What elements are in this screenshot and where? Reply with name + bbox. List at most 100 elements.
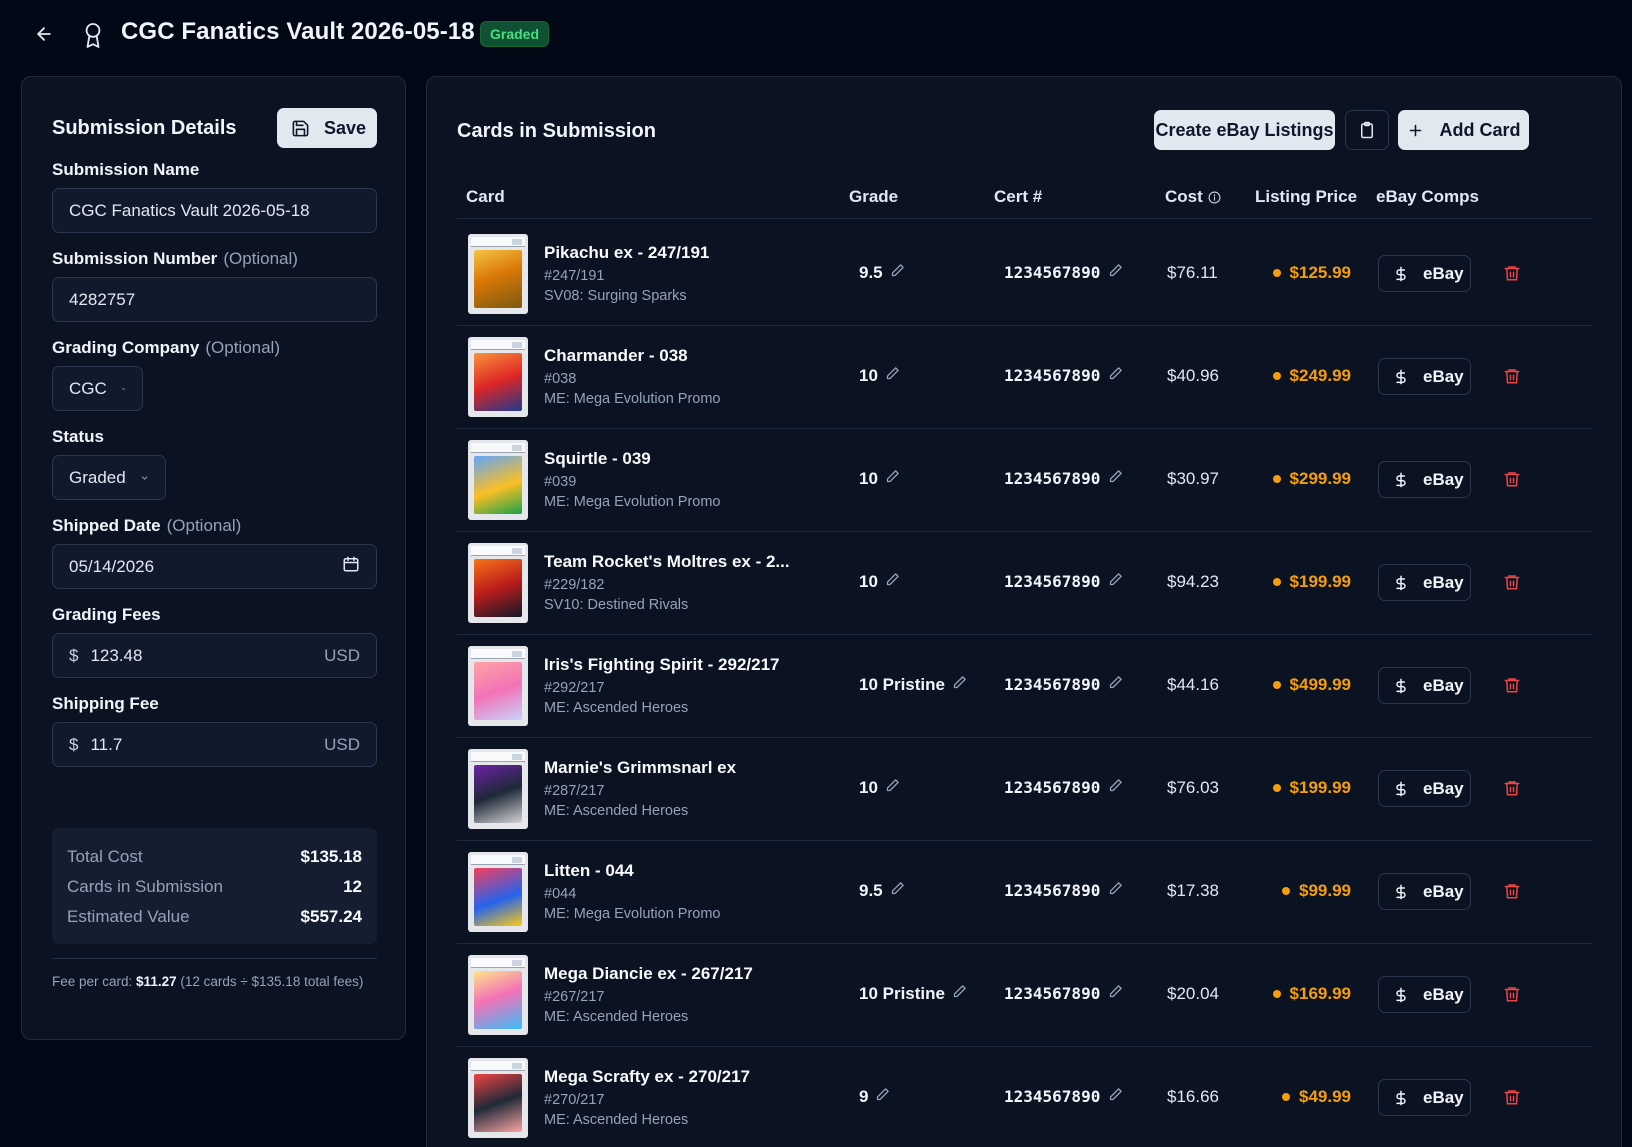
currency-prefix: $	[69, 734, 79, 754]
table-row[interactable]: Team Rocket's Moltres ex - 2... #229/182…	[457, 532, 1593, 635]
card-grade[interactable]: 9	[859, 1087, 890, 1107]
card-cert[interactable]: 1234567890	[1004, 263, 1123, 282]
card-listing-price[interactable]: $199.99	[1272, 778, 1351, 798]
card-thumbnail[interactable]	[468, 749, 528, 829]
card-listing-price[interactable]: $199.99	[1272, 572, 1351, 592]
pencil-icon[interactable]	[885, 469, 900, 489]
pencil-icon[interactable]	[890, 263, 905, 283]
card-grade[interactable]: 9.5	[859, 263, 905, 283]
card-grade[interactable]: 10 Pristine	[859, 984, 967, 1004]
card-listing-price[interactable]: $99.99	[1282, 881, 1351, 901]
pencil-icon[interactable]	[885, 366, 900, 386]
card-cert[interactable]: 1234567890	[1004, 1087, 1123, 1106]
table-row[interactable]: Pikachu ex - 247/191 #247/191 SV08: Surg…	[457, 223, 1593, 326]
clipboard-button[interactable]	[1345, 110, 1389, 150]
calendar-icon[interactable]	[342, 555, 360, 578]
save-button[interactable]: Save	[277, 108, 377, 148]
card-grade[interactable]: 10 Pristine	[859, 675, 967, 695]
fee-per-card-note: Fee per card: $11.27 (12 cards ÷ $135.18…	[52, 974, 364, 989]
delete-card-button[interactable]	[1501, 570, 1523, 594]
pencil-icon[interactable]	[952, 675, 967, 695]
card-grade[interactable]: 10	[859, 778, 900, 798]
pencil-icon[interactable]	[1108, 984, 1123, 1003]
trash-icon	[1504, 678, 1520, 693]
delete-card-button[interactable]	[1501, 364, 1523, 388]
table-row[interactable]: Mega Scrafty ex - 270/217 #270/217 ME: A…	[457, 1047, 1593, 1147]
card-cert[interactable]: 1234567890	[1004, 675, 1123, 694]
ebay-comps-button[interactable]: eBay	[1378, 358, 1471, 395]
pencil-icon[interactable]	[1108, 1087, 1123, 1106]
card-cert[interactable]: 1234567890	[1004, 469, 1123, 488]
ebay-comps-button[interactable]: eBay	[1378, 976, 1471, 1013]
pencil-icon[interactable]	[1108, 778, 1123, 797]
pencil-icon[interactable]	[1108, 675, 1123, 694]
card-cert[interactable]: 1234567890	[1004, 778, 1123, 797]
submission-name-input[interactable]: CGC Fanatics Vault 2026-05-18	[52, 188, 377, 233]
pencil-icon[interactable]	[1108, 881, 1123, 900]
ebay-comps-button[interactable]: eBay	[1378, 255, 1471, 292]
card-thumbnail[interactable]	[468, 543, 528, 623]
pencil-icon[interactable]	[952, 984, 967, 1004]
shipping-fee-input[interactable]: $ 11.7 USD	[52, 722, 377, 767]
card-thumbnail[interactable]	[468, 440, 528, 520]
ebay-comps-button[interactable]: eBay	[1378, 461, 1471, 498]
dollar-icon	[1396, 369, 1406, 384]
pencil-icon[interactable]	[890, 881, 905, 901]
delete-card-button[interactable]	[1501, 467, 1523, 491]
card-grade[interactable]: 10	[859, 469, 900, 489]
delete-card-button[interactable]	[1501, 261, 1523, 285]
table-row[interactable]: Iris's Fighting Spirit - 292/217 #292/21…	[457, 635, 1593, 738]
card-cert[interactable]: 1234567890	[1004, 366, 1123, 385]
card-listing-price[interactable]: $125.99	[1272, 263, 1351, 283]
card-number: #229/182	[544, 577, 605, 593]
card-listing-price[interactable]: $49.99	[1282, 1087, 1351, 1107]
delete-card-button[interactable]	[1501, 879, 1523, 903]
delete-card-button[interactable]	[1501, 1085, 1523, 1109]
card-listing-price[interactable]: $299.99	[1272, 469, 1351, 489]
pencil-icon[interactable]	[1108, 366, 1123, 385]
pencil-icon[interactable]	[875, 1087, 890, 1107]
card-cert[interactable]: 1234567890	[1004, 984, 1123, 1003]
table-row[interactable]: Squirtle - 039 #039 ME: Mega Evolution P…	[457, 429, 1593, 532]
pencil-icon[interactable]	[885, 778, 900, 798]
shipped-date-input[interactable]: 05/14/2026	[52, 544, 377, 589]
ebay-comps-button[interactable]: eBay	[1378, 770, 1471, 807]
create-ebay-listings-button[interactable]: Create eBay Listings	[1154, 110, 1335, 150]
info-icon[interactable]	[1208, 191, 1221, 204]
card-thumbnail[interactable]	[468, 852, 528, 932]
ebay-comps-button[interactable]: eBay	[1378, 667, 1471, 704]
table-row[interactable]: Litten - 044 #044 ME: Mega Evolution Pro…	[457, 841, 1593, 944]
card-thumbnail[interactable]	[468, 337, 528, 417]
submission-number-input[interactable]: 4282757	[52, 277, 377, 322]
pencil-icon[interactable]	[1108, 469, 1123, 488]
card-cert[interactable]: 1234567890	[1004, 572, 1123, 591]
pencil-icon[interactable]	[1108, 572, 1123, 591]
ebay-comps-button[interactable]: eBay	[1378, 564, 1471, 601]
grading-fees-input[interactable]: $ 123.48 USD	[52, 633, 377, 678]
ebay-comps-button[interactable]: eBay	[1378, 1079, 1471, 1116]
back-button[interactable]	[30, 20, 58, 48]
card-cert[interactable]: 1234567890	[1004, 881, 1123, 900]
card-thumbnail[interactable]	[468, 1058, 528, 1138]
table-row[interactable]: Marnie's Grimmsnarl ex #287/217 ME: Asce…	[457, 738, 1593, 841]
table-row[interactable]: Charmander - 038 #038 ME: Mega Evolution…	[457, 326, 1593, 429]
delete-card-button[interactable]	[1501, 673, 1523, 697]
delete-card-button[interactable]	[1501, 982, 1523, 1006]
card-listing-price[interactable]: $169.99	[1272, 984, 1351, 1004]
card-listing-price[interactable]: $249.99	[1272, 366, 1351, 386]
card-listing-price[interactable]: $499.99	[1272, 675, 1351, 695]
pencil-icon[interactable]	[885, 572, 900, 592]
add-card-button[interactable]: Add Card	[1398, 110, 1529, 150]
pencil-icon[interactable]	[1108, 263, 1123, 282]
delete-card-button[interactable]	[1501, 776, 1523, 800]
table-row[interactable]: Mega Diancie ex - 267/217 #267/217 ME: A…	[457, 944, 1593, 1047]
card-grade[interactable]: 10	[859, 366, 900, 386]
card-thumbnail[interactable]	[468, 234, 528, 314]
status-select[interactable]: Graded	[52, 455, 166, 500]
card-grade[interactable]: 10	[859, 572, 900, 592]
card-thumbnail[interactable]	[468, 646, 528, 726]
card-thumbnail[interactable]	[468, 955, 528, 1035]
grading-company-select[interactable]: CGC	[52, 366, 143, 411]
ebay-comps-button[interactable]: eBay	[1378, 873, 1471, 910]
card-grade[interactable]: 9.5	[859, 881, 905, 901]
